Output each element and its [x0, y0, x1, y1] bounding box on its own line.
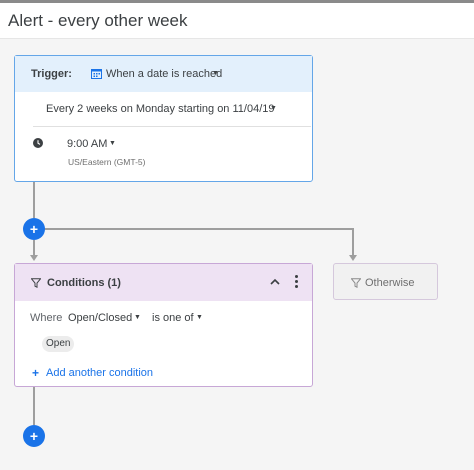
filter-icon	[351, 278, 361, 288]
condition-value-chip[interactable]: Open	[42, 336, 75, 352]
chevron-up-icon[interactable]	[269, 276, 281, 288]
where-label: Where	[30, 312, 63, 324]
conditions-card[interactable]: Conditions (1) Where Open/Closed ▼ is on…	[14, 263, 313, 387]
chevron-down-icon[interactable]: ▼	[109, 140, 116, 147]
connector-add-to-conditions	[33, 240, 35, 256]
clock-icon	[33, 138, 43, 148]
page-title: Alert - every other week	[8, 11, 188, 30]
connector-conditions-to-add	[33, 387, 35, 425]
calendar-icon	[91, 69, 102, 79]
connector-branch-to-otherwise	[352, 228, 354, 255]
trigger-type-select[interactable]: When a date is reached	[106, 68, 222, 80]
add-step-button-top[interactable]: +	[23, 218, 45, 240]
trigger-divider	[33, 126, 311, 127]
chevron-down-icon[interactable]: ▼	[270, 105, 277, 112]
conditions-title: Conditions (1)	[47, 277, 121, 289]
connector-arrow-conditions	[30, 255, 38, 261]
conditions-header: Conditions (1)	[15, 264, 312, 301]
more-vert-icon[interactable]	[293, 275, 299, 289]
connector-arrow-otherwise	[349, 255, 357, 261]
otherwise-label: Otherwise	[365, 277, 415, 289]
otherwise-card[interactable]: Otherwise	[333, 263, 438, 300]
chevron-down-icon[interactable]: ▼	[134, 314, 141, 321]
condition-field-select[interactable]: Open/Closed	[68, 312, 132, 324]
schedule-select[interactable]: Every 2 weeks on Monday starting on 11/0…	[46, 103, 275, 115]
add-step-button-bottom[interactable]: +	[23, 425, 45, 447]
trigger-label: Trigger:	[31, 68, 72, 80]
title-bar: Alert - every other week	[0, 3, 474, 39]
connector-branch-horizontal	[44, 228, 354, 230]
chevron-down-icon[interactable]: ▼	[212, 70, 219, 77]
connector-trigger-to-add	[33, 182, 35, 218]
condition-operator-select[interactable]: is one of	[152, 312, 194, 324]
filter-icon	[31, 278, 41, 288]
add-icon[interactable]: +	[32, 366, 39, 380]
trigger-header: Trigger: When a date is reached ▼	[15, 56, 312, 92]
timezone-label: US/Eastern (GMT-5)	[68, 157, 146, 167]
trigger-card[interactable]: Trigger: When a date is reached ▼ Every …	[14, 55, 313, 182]
chevron-down-icon[interactable]: ▼	[196, 314, 203, 321]
time-select[interactable]: 9:00 AM	[67, 138, 107, 150]
add-condition-link[interactable]: Add another condition	[46, 367, 153, 379]
